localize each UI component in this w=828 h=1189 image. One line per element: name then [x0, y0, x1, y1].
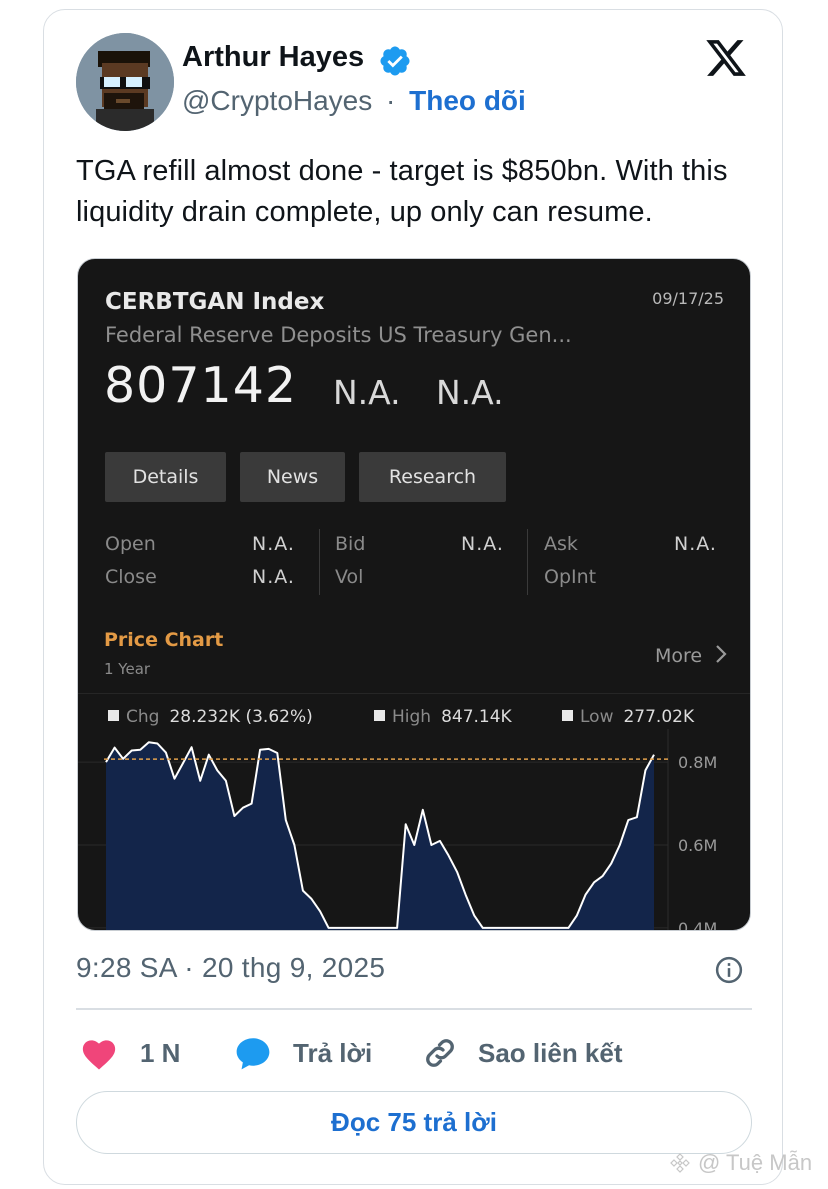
- quote-divider: [319, 529, 320, 595]
- vol-label: Vol: [335, 566, 364, 588]
- security-title: CERBTGAN Index: [105, 289, 325, 315]
- tweet-timestamp[interactable]: 9:28 SA · 20 thg 9, 2025: [76, 952, 385, 984]
- reply-label: Trả lời: [293, 1037, 373, 1068]
- price-chart-title: Price Chart: [104, 629, 224, 651]
- details-button[interactable]: Details: [105, 452, 226, 502]
- open-value: N.A.: [252, 533, 295, 555]
- handle-row: @CryptoHayes · Theo dõi: [182, 85, 526, 117]
- open-label: Open: [105, 533, 156, 555]
- follow-button[interactable]: Theo dõi: [409, 85, 526, 116]
- reply-bubble-icon: [236, 1038, 270, 1070]
- news-button[interactable]: News: [240, 452, 345, 502]
- more-link[interactable]: More: [655, 644, 728, 667]
- opint-label: OpInt: [544, 566, 597, 588]
- watermark: @ Tuệ Mẫn: [668, 1150, 812, 1176]
- chevron-right-icon: [716, 645, 727, 663]
- terminal-screenshot[interactable]: CERBTGAN Index 09/17/25 Federal Reserve …: [77, 258, 751, 931]
- close-value: N.A.: [252, 566, 295, 588]
- author-avatar[interactable]: [76, 33, 174, 131]
- price-chart[interactable]: 0.8M 0.6M 0.4M: [78, 729, 749, 931]
- more-label: More: [655, 645, 703, 667]
- research-button[interactable]: Research: [359, 452, 506, 502]
- y-tick-label: 0.6M: [678, 836, 717, 855]
- read-replies-button[interactable]: Đọc 75 trả lời: [76, 1091, 752, 1154]
- price-area-fill: [106, 742, 654, 930]
- like-count: 1 N: [140, 1037, 181, 1068]
- ask-value: N.A.: [674, 533, 717, 555]
- link-icon: [426, 1039, 454, 1067]
- stat-low: Low 277.02K: [562, 707, 694, 727]
- avatar-image: [76, 33, 174, 131]
- bid-value: N.A.: [461, 533, 504, 555]
- chart-separator: [78, 693, 750, 694]
- author-name[interactable]: Arthur Hayes: [182, 41, 364, 74]
- bid-label: Bid: [335, 533, 366, 555]
- copy-link-label: Sao liên kết: [478, 1037, 623, 1068]
- binance-logo-icon: [670, 1153, 690, 1173]
- security-description: Federal Reserve Deposits US Treasury Gen…: [105, 323, 572, 347]
- net-change: N.A.: [333, 373, 401, 412]
- legend-square: [108, 710, 119, 721]
- author-handle[interactable]: @CryptoHayes: [182, 85, 372, 116]
- tweet-text: TGA refill almost done - target is $850b…: [76, 155, 728, 228]
- stat-chg-value: 28.232K (3.62%): [169, 707, 313, 727]
- watermark-text: @ Tuệ Mẫn: [698, 1150, 813, 1175]
- action-divider: [76, 1008, 752, 1010]
- stat-chg-label: Chg: [126, 707, 160, 727]
- stat-low-value: 277.02K: [623, 707, 695, 727]
- legend-square: [374, 710, 385, 721]
- stat-low-label: Low: [580, 707, 614, 727]
- info-icon[interactable]: [714, 955, 744, 985]
- ask-label: Ask: [544, 533, 578, 555]
- separator-dot: ·: [386, 85, 396, 116]
- pct-change: N.A.: [436, 373, 504, 412]
- quote-divider: [527, 529, 528, 595]
- last-price: 807142: [104, 357, 298, 414]
- quote-date: 09/17/25: [652, 289, 724, 308]
- stat-chg: Chg 28.232K (3.62%): [108, 707, 313, 727]
- legend-square: [562, 710, 573, 721]
- close-label: Close: [105, 566, 157, 588]
- like-button[interactable]: 1 N: [80, 1033, 180, 1073]
- stat-high-label: High: [392, 707, 432, 727]
- y-tick-label: 0.8M: [678, 753, 717, 772]
- reply-button[interactable]: Trả lời: [233, 1033, 372, 1073]
- price-chart-period: 1 Year: [104, 660, 151, 678]
- copy-link-button[interactable]: Sao liên kết: [422, 1033, 623, 1073]
- stat-high: High 847.14K: [374, 707, 512, 727]
- stat-high-value: 847.14K: [441, 707, 512, 727]
- heart-icon: [82, 1040, 116, 1070]
- y-tick-label: 0.4M: [678, 919, 717, 931]
- verified-badge-icon: [380, 46, 410, 76]
- x-logo-icon[interactable]: [703, 36, 749, 80]
